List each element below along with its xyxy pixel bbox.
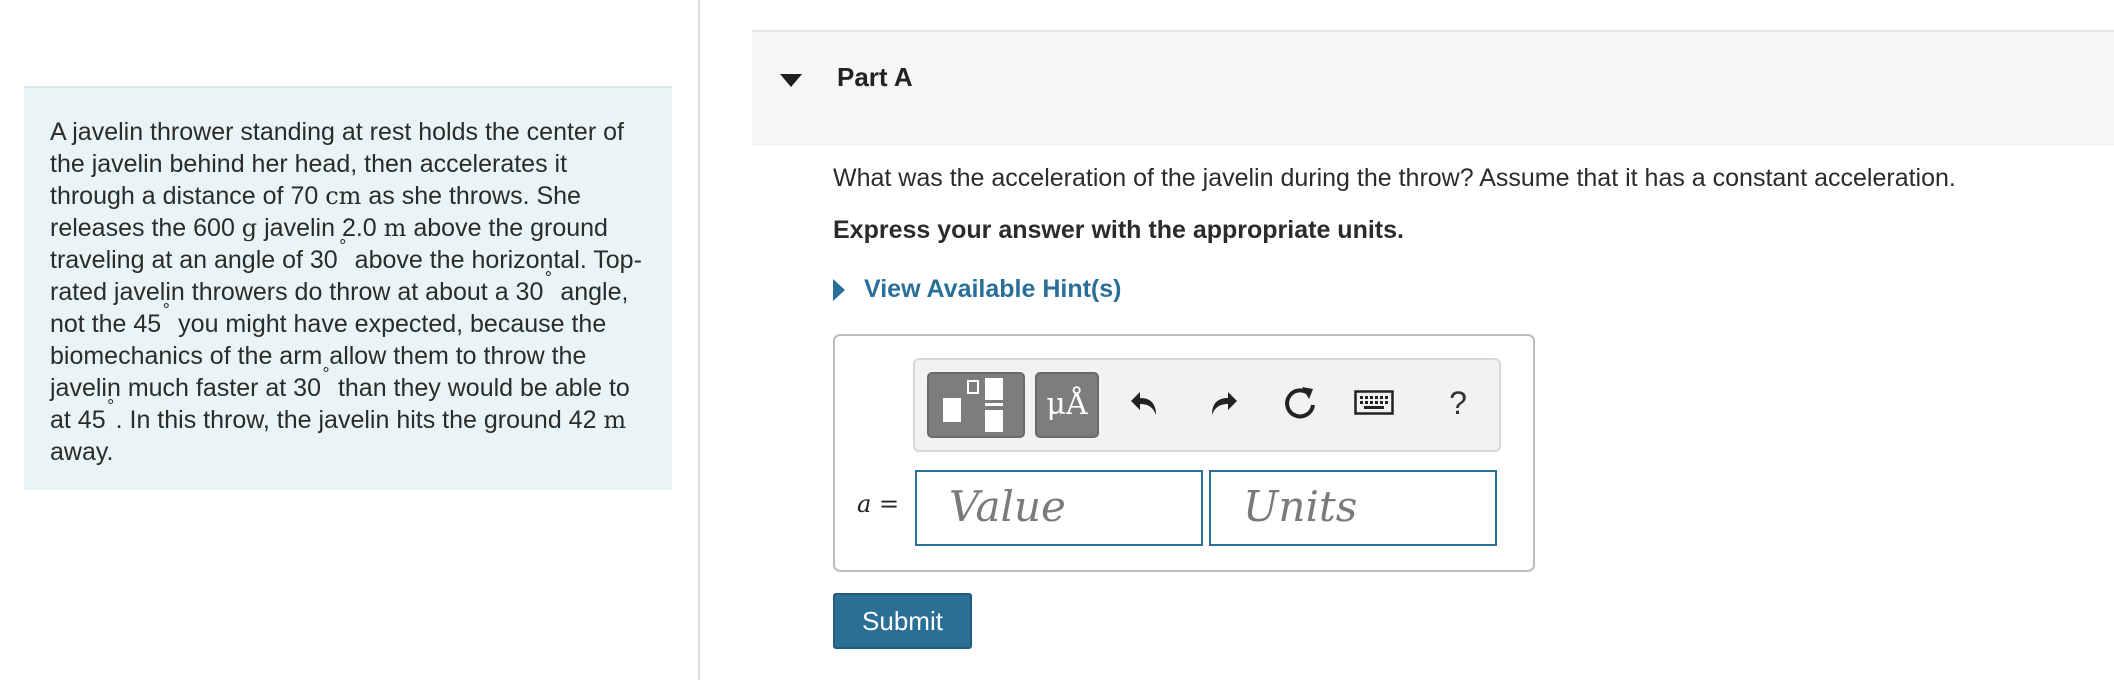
hint-link-label: View Available Hint(s) [864,275,1122,303]
unit-cm: cm [325,182,362,210]
answer-instructions: Express your answer with the appropriate… [833,216,1404,244]
redo-icon[interactable] [1199,380,1245,426]
panel-divider [698,0,700,680]
unit-m: m [383,214,407,242]
degree-symbol: ∘ [320,361,331,378]
undo-icon[interactable] [1123,380,1169,426]
caret-right-icon [833,278,845,301]
keyboard-icon[interactable] [1351,380,1397,426]
unit-m: m [603,406,627,434]
math-toolbar: μÅ ? [913,358,1501,452]
value-input[interactable]: Value [915,470,1203,546]
degree-symbol: ∘ [105,393,116,410]
view-hints-link[interactable]: View Available Hint(s) [833,275,1121,304]
templates-button[interactable] [927,372,1025,438]
part-a-header[interactable]: Part A [752,30,2114,146]
reset-icon[interactable] [1277,380,1323,426]
degree-symbol: ∘ [543,265,554,282]
degree-symbol: ∘ [337,233,348,250]
problem-statement: A javelin thrower standing at rest holds… [24,86,672,490]
question-text: What was the acceleration of the javelin… [833,164,1956,192]
submit-button[interactable]: Submit [833,593,972,649]
units-input[interactable]: Units [1209,470,1497,546]
degree-symbol: ∘ [161,297,172,314]
symbols-button[interactable]: μÅ [1035,372,1099,438]
answer-variable-label: a = [857,490,900,518]
help-icon[interactable]: ? [1435,380,1481,426]
answer-box: μÅ ? a = Value Units [833,334,1535,572]
unit-g: g [241,214,258,242]
part-title: Part A [837,62,913,92]
collapse-caret-icon[interactable] [780,74,802,87]
